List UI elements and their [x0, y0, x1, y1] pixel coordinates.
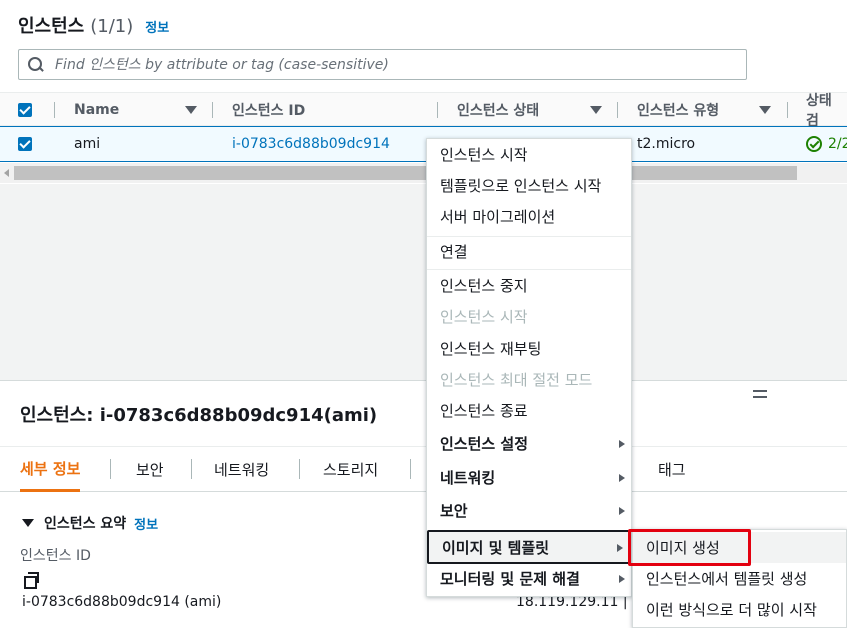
column-header-instance-id[interactable]: 인스턴스 ID — [232, 93, 305, 127]
scroll-left-icon[interactable] — [4, 169, 9, 177]
menu-item-label: 인스턴스 최대 절전 모드 — [440, 371, 593, 389]
field-label-instance-id: 인스턴스 ID — [20, 548, 91, 564]
sort-icon[interactable] — [185, 106, 197, 114]
details-tabs: 세부 정보 보안 네트워킹 스토리지 태그 — [0, 446, 847, 492]
menu-item-server-migration[interactable]: 서버 마이그레이션 — [427, 201, 631, 232]
column-separator[interactable] — [617, 102, 618, 118]
column-header-name[interactable]: Name — [74, 93, 119, 127]
resize-handle-icon[interactable] — [753, 390, 767, 398]
menu-item-label: 네트워킹 — [440, 469, 496, 487]
menu-item-connect[interactable]: 연결 — [427, 236, 631, 267]
menu-item-label: 서버 마이그레이션 — [440, 208, 556, 226]
page-header: 인스턴스 (1/1) 정보 — [18, 12, 169, 38]
menu-item-label: 인스턴스 중지 — [440, 277, 528, 295]
menu-item-hibernate-instance: 인스턴스 최대 절전 모드 — [427, 364, 631, 395]
menu-item-networking[interactable]: 네트워킹 — [427, 462, 631, 493]
menu-item-label: 인스턴스 시작 — [440, 308, 528, 326]
menu-item-label: 템플릿으로 인스턴스 시작 — [440, 177, 602, 195]
column-separator[interactable] — [787, 102, 788, 118]
cell-instance-id[interactable]: i-0783c6d88b09dc914 — [232, 127, 390, 161]
highlight-annotation-box — [628, 529, 751, 566]
search-input[interactable] — [55, 56, 735, 73]
select-all-checkbox[interactable] — [18, 103, 32, 117]
cell-name: ami — [74, 136, 101, 152]
menu-item-label: 연결 — [440, 243, 468, 261]
tab-separator — [410, 459, 411, 479]
menu-item-launch-from-template[interactable]: 템플릿으로 인스턴스 시작 — [427, 170, 631, 201]
submenu-arrow-icon — [619, 575, 625, 583]
table-row[interactable]: ami i-0783c6d88b09dc914 t2.micro 2/2 — [0, 126, 847, 162]
status-check-value: 2/2 — [828, 136, 847, 152]
menu-item-reboot-instance[interactable]: 인스턴스 재부팅 — [427, 333, 631, 364]
column-header-status-check[interactable]: 상태 검 — [806, 93, 847, 129]
table-header: Name 인스턴스 ID 인스턴스 상태 인스턴스 유형 상태 검 — [0, 92, 847, 129]
menu-item-label: 보안 — [440, 502, 468, 520]
horizontal-scrollbar[interactable] — [0, 163, 847, 183]
menu-item-terminate-instance[interactable]: 인스턴스 종료 — [427, 395, 631, 426]
submenu-item-label: 인스턴스에서 템플릿 생성 — [646, 570, 808, 588]
tab-networking[interactable]: 네트워킹 — [214, 447, 269, 492]
row-checkbox[interactable] — [18, 137, 32, 151]
menu-item-start-instance: 인스턴스 시작 — [427, 301, 631, 332]
page-title: 인스턴스 — [18, 16, 85, 37]
field-value-instance-id: i-0783c6d88b09dc914 (ami) — [22, 594, 222, 610]
menu-item-label: 인스턴스 재부팅 — [440, 340, 542, 358]
menu-item-image-and-templates[interactable]: 이미지 및 템플릿 — [427, 530, 631, 564]
cell-instance-type: t2.micro — [637, 136, 696, 152]
summary-title: 인스턴스 요약 — [44, 516, 127, 532]
submenu-item-launch-more-like-this[interactable]: 이런 방식으로 더 많이 시작 — [633, 594, 846, 625]
column-separator[interactable] — [437, 102, 438, 118]
sort-icon[interactable] — [590, 106, 602, 114]
menu-item-launch-instance[interactable]: 인스턴스 시작 — [427, 139, 631, 170]
details-title: 인스턴스: i-0783c6d88b09dc914(ami) — [20, 405, 378, 426]
menu-item-label: 인스턴스 종료 — [440, 402, 528, 420]
menu-item-label: 모니터링 및 문제 해결 — [440, 570, 580, 588]
menu-item-label: 이미지 및 템플릿 — [442, 538, 550, 557]
column-header-instance-type[interactable]: 인스턴스 유형 — [637, 93, 719, 127]
column-separator[interactable] — [212, 102, 213, 118]
instances-panel: 인스턴스 (1/1) 정보 Name 인스턴스 ID 인스턴스 상태 인스턴스 … — [0, 0, 847, 184]
submenu-arrow-icon — [617, 544, 623, 552]
instance-summary-toggle[interactable]: 인스턴스 요약 정보 — [22, 513, 158, 533]
tab-storage[interactable]: 스토리지 — [323, 447, 378, 492]
summary-info-link[interactable]: 정보 — [134, 514, 158, 533]
column-separator — [54, 102, 55, 118]
tab-separator — [110, 459, 111, 479]
submenu-item-label: 이런 방식으로 더 많이 시작 — [646, 601, 817, 619]
sort-icon[interactable] — [759, 106, 771, 114]
check-circle-icon — [806, 136, 822, 152]
submenu-arrow-icon — [619, 507, 625, 515]
info-link[interactable]: 정보 — [145, 17, 169, 36]
column-header-instance-state[interactable]: 인스턴스 상태 — [457, 93, 539, 127]
submenu-arrow-icon — [619, 474, 625, 482]
menu-item-stop-instance[interactable]: 인스턴스 중지 — [427, 270, 631, 301]
tab-separator — [191, 459, 192, 479]
instance-count: (1/1) — [90, 16, 134, 37]
scrollbar-thumb[interactable] — [14, 166, 797, 180]
menu-item-label: 인스턴스 설정 — [440, 435, 529, 453]
menu-item-monitoring-troubleshooting[interactable]: 모니터링 및 문제 해결 — [427, 563, 631, 594]
menu-item-label: 인스턴스 시작 — [440, 146, 528, 164]
menu-item-instance-settings[interactable]: 인스턴스 설정 — [427, 428, 631, 459]
submenu-arrow-icon — [619, 440, 625, 448]
menu-item-security[interactable]: 보안 — [427, 495, 631, 526]
search-icon — [27, 56, 45, 74]
tab-security[interactable]: 보안 — [136, 447, 164, 492]
tab-tags[interactable]: 태그 — [658, 447, 686, 492]
submenu-item-create-template-from-instance[interactable]: 인스턴스에서 템플릿 생성 — [633, 563, 846, 594]
search-bar[interactable] — [18, 49, 747, 80]
empty-area — [0, 184, 847, 380]
caret-down-icon — [22, 519, 34, 527]
copy-icon[interactable] — [24, 572, 39, 589]
tab-details[interactable]: 세부 정보 — [20, 447, 81, 492]
tab-separator — [299, 459, 300, 479]
cell-status-check: 2/2 — [806, 127, 847, 161]
instance-actions-menu: 인스턴스 시작 템플릿으로 인스턴스 시작 서버 마이그레이션 연결 인스턴스 … — [426, 138, 632, 597]
